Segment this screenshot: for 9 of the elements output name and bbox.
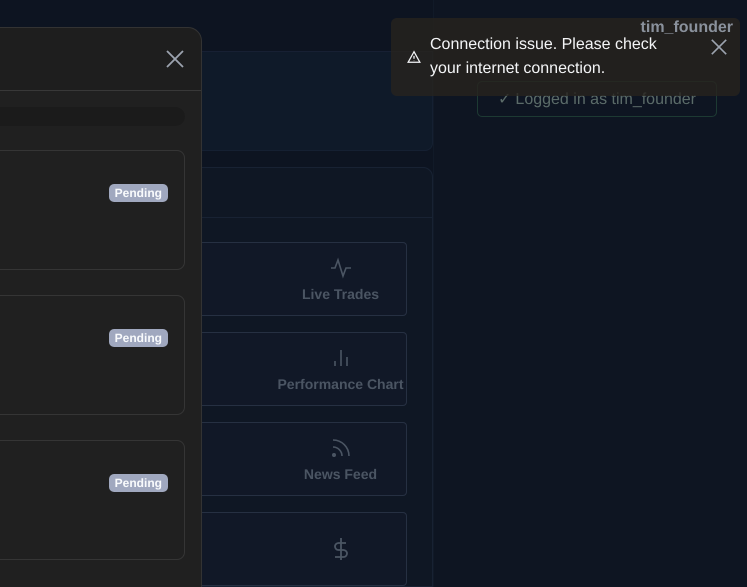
warning-icon <box>407 50 421 64</box>
close-icon <box>710 38 728 56</box>
activity-icon <box>328 256 352 280</box>
status-badge: Pending <box>108 474 168 492</box>
close-icon <box>165 49 185 69</box>
toast-message: Connection issue. Please check your internet connection. <box>430 35 658 79</box>
status-badge: Pending <box>108 184 168 202</box>
username: tim_founder <box>640 19 733 37</box>
status-badge: Pending <box>108 329 168 347</box>
